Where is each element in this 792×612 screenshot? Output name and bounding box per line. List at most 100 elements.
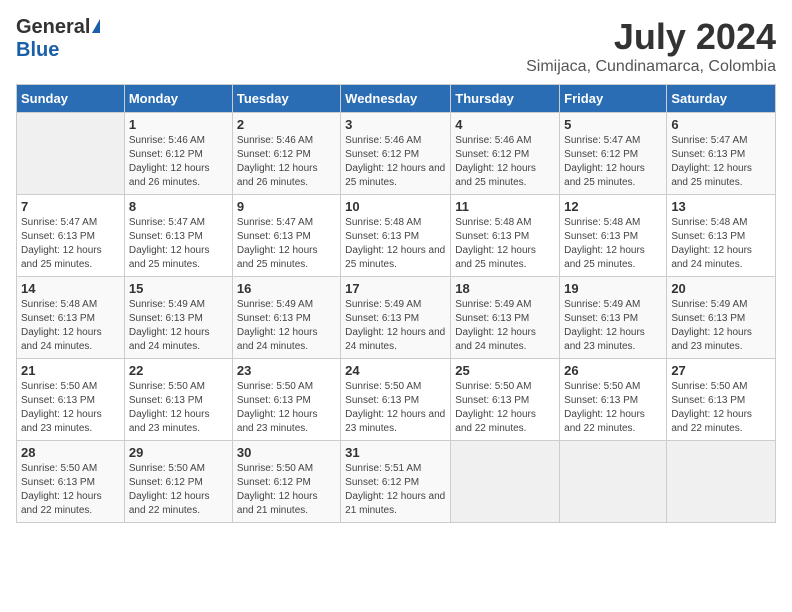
day-info: Sunrise: 5:50 AMSunset: 6:13 PMDaylight:…: [564, 380, 662, 436]
calendar-cell: 15 Sunrise: 5:49 AMSunset: 6:13 PMDayligh…: [124, 277, 232, 359]
day-info: Sunrise: 5:47 AMSunset: 6:12 PMDaylight:…: [564, 134, 662, 190]
title-area: July 2024 Simijaca, Cundinamarca, Colomb…: [526, 16, 776, 76]
calendar-week-row: 7 Sunrise: 5:47 AMSunset: 6:13 PMDaylight…: [17, 195, 776, 277]
day-number: 31: [345, 445, 446, 460]
header-friday: Friday: [560, 85, 667, 113]
day-info: Sunrise: 5:50 AMSunset: 6:13 PMDaylight:…: [345, 380, 446, 436]
calendar-cell: 14 Sunrise: 5:48 AMSunset: 6:13 PMDayligh…: [17, 277, 125, 359]
calendar-cell: 16Sunrise: 5:49 AMSunset: 6:13 PMDayligh…: [232, 277, 340, 359]
day-info: Sunrise: 5:48 AMSunset: 6:13 PMDaylight:…: [21, 298, 120, 354]
day-number: 17: [345, 281, 446, 296]
day-number: 20: [671, 281, 771, 296]
day-number: 4: [455, 117, 555, 132]
calendar-cell: 23Sunrise: 5:50 AMSunset: 6:13 PMDayligh…: [232, 359, 340, 441]
day-info: Sunrise: 5:46 AMSunset: 6:12 PMDaylight:…: [455, 134, 555, 190]
day-info: Sunrise: 5:47 AMSunset: 6:13 PMDaylight:…: [237, 216, 336, 272]
calendar-cell: [560, 441, 667, 523]
calendar-cell: 29 Sunrise: 5:50 AMSunset: 6:12 PMDayligh…: [124, 441, 232, 523]
calendar-week-row: 21 Sunrise: 5:50 AMSunset: 6:13 PMDayligh…: [17, 359, 776, 441]
day-info: Sunrise: 5:50 AMSunset: 6:12 PMDaylight:…: [237, 462, 336, 518]
day-number: 3: [345, 117, 446, 132]
day-number: 14: [21, 281, 120, 296]
calendar-cell: 24Sunrise: 5:50 AMSunset: 6:13 PMDayligh…: [341, 359, 451, 441]
header-saturday: Saturday: [667, 85, 776, 113]
day-info: Sunrise: 5:47 AMSunset: 6:13 PMDaylight:…: [671, 134, 771, 190]
day-number: 12: [564, 199, 662, 214]
calendar-cell: 4 Sunrise: 5:46 AMSunset: 6:12 PMDaylight…: [451, 113, 560, 195]
day-info: Sunrise: 5:46 AMSunset: 6:12 PMDaylight:…: [237, 134, 336, 190]
day-info: Sunrise: 5:50 AMSunset: 6:12 PMDaylight:…: [129, 462, 228, 518]
day-number: 9: [237, 199, 336, 214]
calendar-cell: 13 Sunrise: 5:48 AMSunset: 6:13 PMDayligh…: [667, 195, 776, 277]
logo: General Blue: [16, 16, 100, 62]
calendar-table: SundayMondayTuesdayWednesdayThursdayFrid…: [16, 84, 776, 523]
header-monday: Monday: [124, 85, 232, 113]
day-info: Sunrise: 5:49 AMSunset: 6:13 PMDaylight:…: [237, 298, 336, 354]
calendar-week-row: 28Sunrise: 5:50 AMSunset: 6:13 PMDayligh…: [17, 441, 776, 523]
day-info: Sunrise: 5:50 AMSunset: 6:13 PMDaylight:…: [21, 380, 120, 436]
day-info: Sunrise: 5:50 AMSunset: 6:13 PMDaylight:…: [21, 462, 120, 518]
calendar-cell: 28Sunrise: 5:50 AMSunset: 6:13 PMDayligh…: [17, 441, 125, 523]
day-number: 13: [671, 199, 771, 214]
day-number: 30: [237, 445, 336, 460]
header-wednesday: Wednesday: [341, 85, 451, 113]
day-number: 1: [129, 117, 228, 132]
day-number: 21: [21, 363, 120, 378]
day-info: Sunrise: 5:47 AMSunset: 6:13 PMDaylight:…: [21, 216, 120, 272]
calendar-cell: 19Sunrise: 5:49 AMSunset: 6:13 PMDayligh…: [560, 277, 667, 359]
day-info: Sunrise: 5:50 AMSunset: 6:13 PMDaylight:…: [129, 380, 228, 436]
day-number: 8: [129, 199, 228, 214]
calendar-cell: 3Sunrise: 5:46 AMSunset: 6:12 PMDaylight…: [341, 113, 451, 195]
day-info: Sunrise: 5:49 AMSunset: 6:13 PMDaylight:…: [345, 298, 446, 354]
day-info: Sunrise: 5:49 AMSunset: 6:13 PMDaylight:…: [564, 298, 662, 354]
calendar-cell: 11Sunrise: 5:48 AMSunset: 6:13 PMDayligh…: [451, 195, 560, 277]
day-number: 29: [129, 445, 228, 460]
calendar-cell: 30 Sunrise: 5:50 AMSunset: 6:12 PMDayligh…: [232, 441, 340, 523]
main-title: July 2024: [526, 16, 776, 58]
calendar-cell: 1 Sunrise: 5:46 AMSunset: 6:12 PMDaylight…: [124, 113, 232, 195]
day-info: Sunrise: 5:48 AMSunset: 6:13 PMDaylight:…: [671, 216, 771, 272]
calendar-cell: 10Sunrise: 5:48 AMSunset: 6:13 PMDayligh…: [341, 195, 451, 277]
calendar-cell: 17 Sunrise: 5:49 AMSunset: 6:13 PMDayligh…: [341, 277, 451, 359]
calendar-cell: 25Sunrise: 5:50 AMSunset: 6:13 PMDayligh…: [451, 359, 560, 441]
logo-general: General: [16, 16, 90, 39]
logo-triangle-icon: [92, 19, 100, 33]
calendar-cell: [451, 441, 560, 523]
calendar-cell: 21 Sunrise: 5:50 AMSunset: 6:13 PMDayligh…: [17, 359, 125, 441]
calendar-cell: 8 Sunrise: 5:47 AMSunset: 6:13 PMDaylight…: [124, 195, 232, 277]
day-info: Sunrise: 5:49 AMSunset: 6:13 PMDaylight:…: [129, 298, 228, 354]
calendar-cell: 31 Sunrise: 5:51 AMSunset: 6:12 PMDayligh…: [341, 441, 451, 523]
day-info: Sunrise: 5:49 AMSunset: 6:13 PMDaylight:…: [455, 298, 555, 354]
calendar-cell: 6 Sunrise: 5:47 AMSunset: 6:13 PMDaylight…: [667, 113, 776, 195]
calendar-cell: 2Sunrise: 5:46 AMSunset: 6:12 PMDaylight…: [232, 113, 340, 195]
calendar-cell: 22 Sunrise: 5:50 AMSunset: 6:13 PMDayligh…: [124, 359, 232, 441]
subtitle: Simijaca, Cundinamarca, Colombia: [526, 58, 776, 76]
day-info: Sunrise: 5:51 AMSunset: 6:12 PMDaylight:…: [345, 462, 446, 518]
calendar-header-row: SundayMondayTuesdayWednesdayThursdayFrid…: [17, 85, 776, 113]
day-info: Sunrise: 5:50 AMSunset: 6:13 PMDaylight:…: [671, 380, 771, 436]
day-info: Sunrise: 5:46 AMSunset: 6:12 PMDaylight:…: [129, 134, 228, 190]
calendar-cell: 27Sunrise: 5:50 AMSunset: 6:13 PMDayligh…: [667, 359, 776, 441]
header-sunday: Sunday: [17, 85, 125, 113]
day-info: Sunrise: 5:50 AMSunset: 6:13 PMDaylight:…: [455, 380, 555, 436]
day-number: 15: [129, 281, 228, 296]
header-thursday: Thursday: [451, 85, 560, 113]
header: General Blue July 2024 Simijaca, Cundina…: [16, 16, 776, 76]
day-info: Sunrise: 5:49 AMSunset: 6:13 PMDaylight:…: [671, 298, 771, 354]
day-info: Sunrise: 5:50 AMSunset: 6:13 PMDaylight:…: [237, 380, 336, 436]
logo-blue: Blue: [16, 39, 59, 62]
calendar-cell: 7 Sunrise: 5:47 AMSunset: 6:13 PMDaylight…: [17, 195, 125, 277]
day-number: 7: [21, 199, 120, 214]
day-number: 5: [564, 117, 662, 132]
calendar-cell: [667, 441, 776, 523]
calendar-week-row: 14 Sunrise: 5:48 AMSunset: 6:13 PMDayligh…: [17, 277, 776, 359]
day-number: 26: [564, 363, 662, 378]
calendar-cell: 5 Sunrise: 5:47 AMSunset: 6:12 PMDaylight…: [560, 113, 667, 195]
day-number: 22: [129, 363, 228, 378]
logo-text: General: [16, 16, 100, 39]
calendar-cell: 18Sunrise: 5:49 AMSunset: 6:13 PMDayligh…: [451, 277, 560, 359]
day-info: Sunrise: 5:48 AMSunset: 6:13 PMDaylight:…: [345, 216, 446, 272]
day-number: 6: [671, 117, 771, 132]
day-info: Sunrise: 5:47 AMSunset: 6:13 PMDaylight:…: [129, 216, 228, 272]
calendar-week-row: 1 Sunrise: 5:46 AMSunset: 6:12 PMDaylight…: [17, 113, 776, 195]
